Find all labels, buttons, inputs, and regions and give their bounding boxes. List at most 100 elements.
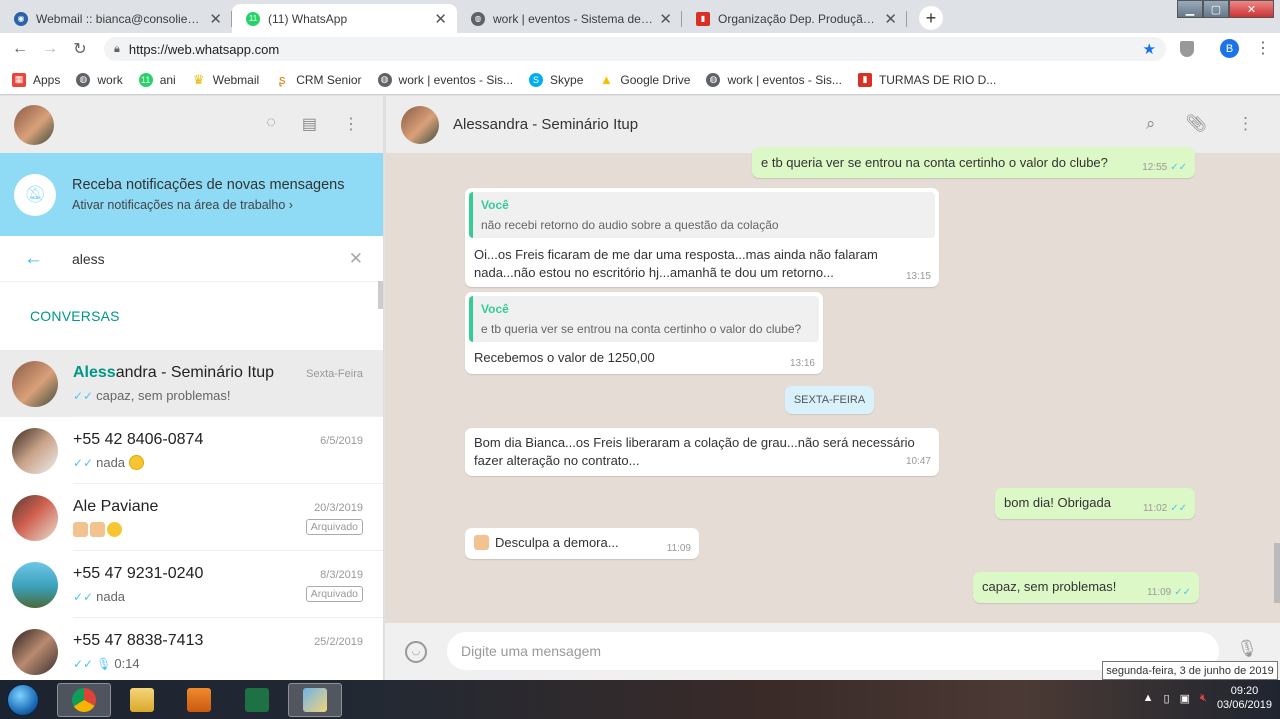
clock[interactable]: 09:20 03/06/2019 xyxy=(1217,684,1272,712)
double-check-icon: ✓✓ xyxy=(1170,503,1187,514)
message-time-text: 11:02 xyxy=(1142,503,1168,514)
browser-menu-icon[interactable]: ⋮ xyxy=(1255,38,1271,58)
new-tab-button[interactable]: + xyxy=(919,6,943,30)
message-incoming[interactable]: Bom dia Bianca...os Freis liberaram a co… xyxy=(465,428,939,476)
close-tab-icon[interactable]: ✕ xyxy=(209,10,222,28)
bookmark-apps[interactable]: ▦ Apps xyxy=(12,72,60,87)
search-input[interactable]: aless xyxy=(72,251,105,267)
reload-icon[interactable]: ↻ xyxy=(65,39,95,59)
chat-item-phone-2[interactable]: +55 47 9231-0240 8/3/2019 ✓✓ nada Arquiva… xyxy=(0,551,383,618)
clear-search-icon[interactable]: ✕ xyxy=(349,249,363,269)
window-controls: ▁ ▢ ✕ xyxy=(1177,0,1274,18)
drive-icon: ▲ xyxy=(599,72,613,87)
clock-date: 03/06/2019 xyxy=(1216,699,1272,711)
extension-shield-icon[interactable] xyxy=(1180,41,1194,57)
forward-icon[interactable]: → xyxy=(35,40,65,58)
taskbar-media[interactable] xyxy=(172,683,226,717)
menu-icon[interactable]: ⋮ xyxy=(343,114,359,134)
contact-name[interactable]: Alessandra - Seminário Itup xyxy=(453,116,638,133)
bookmark-work[interactable]: ◍ work xyxy=(76,72,123,87)
quoted-message[interactable]: Você e tb queria ver se entrou na conta … xyxy=(469,296,819,342)
double-check-icon: ✓✓ xyxy=(73,590,94,604)
bookmark-work-eventos[interactable]: ◍ work | eventos - Sis... xyxy=(377,72,513,87)
tab-whatsapp[interactable]: 11 (11) WhatsApp ✕ xyxy=(232,4,457,33)
minimize-button[interactable]: ▁ xyxy=(1177,0,1203,18)
my-avatar[interactable] xyxy=(14,104,54,145)
apps-grid-icon: ▦ xyxy=(12,72,26,87)
taskbar-explorer[interactable] xyxy=(115,683,169,717)
menu-icon[interactable]: ⋮ xyxy=(1237,114,1254,134)
profile-avatar[interactable]: B xyxy=(1220,39,1239,58)
message-time: 13:16 xyxy=(789,358,815,369)
message-incoming[interactable]: Você e tb queria ver se entrou na conta … xyxy=(465,292,823,374)
notification-banner[interactable]: 🔕︎ Receba notificações de novas mensagen… xyxy=(0,153,383,236)
message-text: fazer alteração no contrato... xyxy=(474,453,640,468)
chat-list-scrollbar[interactable] xyxy=(378,281,383,309)
volume-muted-icon[interactable]: 🔇︎ xyxy=(1200,692,1207,705)
conversation-header[interactable]: Alessandra - Seminário Itup ⌕ 📎︎ ⋮ xyxy=(385,96,1280,153)
status-icon[interactable]: ◌ xyxy=(266,114,276,134)
message-incoming[interactable]: Desculpa a demora... 11:09 xyxy=(465,528,699,559)
message-time: 10:47 xyxy=(905,456,931,467)
close-tab-icon[interactable]: ✕ xyxy=(434,10,447,28)
message-list-scrollbar[interactable] xyxy=(1274,543,1280,603)
tab-work-eventos[interactable]: ◍ work | eventos - Sistema de Gest... ✕ xyxy=(457,4,682,33)
network-icon[interactable]: ▣ xyxy=(1180,692,1190,705)
search-icon[interactable]: ⌕ xyxy=(1146,114,1156,134)
back-icon[interactable]: ← xyxy=(5,40,35,58)
enable-notifications-link[interactable]: Ativar notificações na área de trabalho … xyxy=(72,198,344,212)
message-outgoing[interactable]: capaz, sem problemas! 11:09 ✓✓ xyxy=(973,572,1199,603)
crown-icon: ♛ xyxy=(192,71,205,87)
quoted-message[interactable]: Você não recebi retorno do audio sobre a… xyxy=(469,192,935,238)
bookmark-star-icon[interactable]: ★ xyxy=(1143,40,1156,58)
close-tab-icon[interactable]: ✕ xyxy=(659,10,672,28)
message-outgoing[interactable]: bom dia! Obrigada 11:02 ✓✓ xyxy=(995,488,1195,519)
tab-title: work | eventos - Sistema de Gest... xyxy=(493,11,654,26)
tray-expand-icon[interactable]: ▲ xyxy=(1143,692,1154,704)
emoji-icon[interactable]: ◡ xyxy=(405,640,427,663)
bookmark-crm[interactable]: ʂ CRM Senior xyxy=(275,72,362,87)
url-text: https://web.whatsapp.com xyxy=(128,41,280,57)
battery-icon[interactable]: ▯ xyxy=(1164,692,1170,705)
start-button[interactable] xyxy=(7,683,39,716)
tab-trello[interactable]: ▮ Organização Dep. Produção | Tre... ✕ xyxy=(682,4,907,33)
close-tab-icon[interactable]: ✕ xyxy=(884,10,897,28)
address-bar[interactable]: 🔒︎ https://web.whatsapp.com ★ xyxy=(104,37,1166,61)
conversation-header-icons: ⌕ 📎︎ ⋮ xyxy=(1146,114,1254,134)
bookmark-ani[interactable]: 11 ani xyxy=(138,72,176,87)
chat-item-phone-1[interactable]: +55 42 8406-0874 6/5/2019 ✓✓ nada xyxy=(0,417,383,484)
avatar xyxy=(12,360,58,407)
message-incoming[interactable]: Você não recebi retorno do audio sobre a… xyxy=(465,188,939,287)
taskbar-chrome[interactable] xyxy=(57,683,111,717)
message-time: 13:15 xyxy=(905,271,931,282)
bookmark-google-drive[interactable]: ▲ Google Drive xyxy=(599,72,690,87)
tab-webmail[interactable]: ◉ Webmail :: bianca@consolievent... ✕ xyxy=(0,4,232,33)
bookmark-skype[interactable]: S Skype xyxy=(529,72,583,87)
thumbs-up-emoji-icon xyxy=(73,522,88,537)
chat-item-alessandra[interactable]: Alessandra - Seminário Itup Sexta-Feira … xyxy=(0,350,383,417)
message-text: nada...não estou no escritório hj...aman… xyxy=(474,265,834,280)
chat-item-phone-3[interactable]: +55 47 8838-7413 25/2/2019 ✓✓ 🎙︎ 0:14 xyxy=(0,618,383,680)
chat-item-ale-paviane[interactable]: Ale Paviane 20/3/2019 Arquivado xyxy=(0,484,383,551)
close-window-button[interactable]: ✕ xyxy=(1229,0,1274,18)
microphone-icon[interactable]: 🎙︎ xyxy=(1236,639,1258,659)
chrome-icon xyxy=(72,688,96,712)
back-arrow-icon[interactable]: ← xyxy=(24,248,72,270)
message-text: Bom dia Bianca...os Freis liberaram a co… xyxy=(474,435,915,450)
taskbar-paint[interactable] xyxy=(288,683,342,717)
whatsapp-icon: 11 xyxy=(138,72,153,87)
bookmark-turmas[interactable]: ▮ TURMAS DE RIO D... xyxy=(857,72,996,87)
bookmark-label: work | eventos - Sis... xyxy=(727,72,842,87)
message-time: 12:55 ✓✓ xyxy=(1142,162,1187,173)
chat-preview: ✓✓ 🎙︎ 0:14 xyxy=(73,656,140,671)
bookmark-webmail[interactable]: ♛ Webmail xyxy=(192,71,259,87)
taskbar-excel[interactable] xyxy=(230,683,284,717)
message-text: bom dia! Obrigada xyxy=(1004,495,1111,510)
quote-text: e tb queria ver se entrou na conta certi… xyxy=(481,322,802,336)
attach-icon[interactable]: 📎︎ xyxy=(1185,114,1207,134)
message-outgoing[interactable]: e tb queria ver se entrou na conta certi… xyxy=(752,147,1195,178)
bookmark-work-eventos-2[interactable]: ◍ work | eventos - Sis... xyxy=(706,72,842,87)
new-chat-icon[interactable]: ▤ xyxy=(302,114,317,134)
maximize-button[interactable]: ▢ xyxy=(1203,0,1229,18)
contact-avatar[interactable] xyxy=(401,105,439,144)
